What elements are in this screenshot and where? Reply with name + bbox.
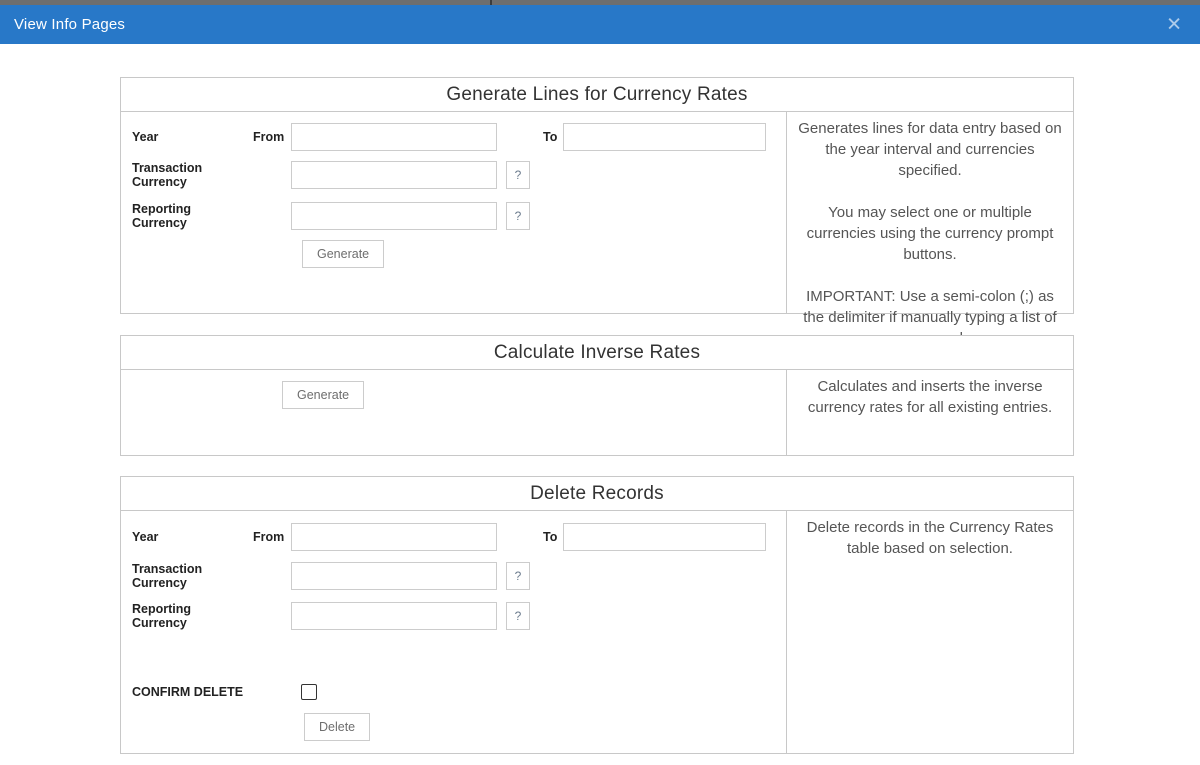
transaction-currency-row: Transaction Currency ? [132,562,786,590]
inverse-generate-button[interactable]: Generate [282,381,364,409]
transaction-currency-prompt-button[interactable]: ? [506,562,530,590]
generate-button[interactable]: Generate [302,240,384,268]
help-paragraph: You may select one or multiple currencie… [797,202,1063,265]
calculate-inverse-rates-help: Calculates and inserts the inverse curre… [786,370,1073,455]
year-to-input[interactable] [563,123,766,151]
delete-year-to-input[interactable] [563,523,766,551]
reporting-currency-input[interactable] [291,202,497,230]
generate-lines-panel-body: Year From To Transaction Currency ? Repo… [121,112,1073,313]
calculate-inverse-rates-panel-body: Generate Calculates and inserts the inve… [121,370,1073,455]
view-info-pages-window: View Info Pages ✕ Generate Lines for Cur… [0,0,1200,765]
generate-button-row: Generate [302,240,786,268]
confirm-delete-row: CONFIRM DELETE [132,684,786,700]
reporting-currency-prompt-button[interactable]: ? [506,602,530,630]
generate-lines-panel-title: Generate Lines for Currency Rates [121,78,1073,112]
generate-lines-panel: Generate Lines for Currency Rates Year F… [120,77,1074,314]
help-paragraph: Generates lines for data entry based on … [797,118,1063,181]
to-label: To [543,530,563,544]
reporting-currency-label: Reporting Currency [132,202,253,230]
delete-records-panel-title: Delete Records [121,477,1073,511]
year-label: Year [132,130,253,144]
transaction-currency-label: Transaction Currency [132,562,253,590]
delete-transaction-currency-input[interactable] [291,562,497,590]
generate-lines-help: Generates lines for data entry based on … [786,112,1073,313]
close-icon[interactable]: ✕ [1166,15,1182,34]
reporting-currency-prompt-button[interactable]: ? [506,202,530,230]
calculate-inverse-rates-panel: Calculate Inverse Rates Generate Calcula… [120,335,1074,456]
titlebar: View Info Pages ✕ [0,5,1200,44]
content-area: Generate Lines for Currency Rates Year F… [0,44,1200,765]
delete-records-help: Delete records in the Currency Rates tab… [786,511,1073,753]
reporting-currency-label: Reporting Currency [132,602,253,630]
reporting-currency-row: Reporting Currency ? [132,602,786,630]
year-from-input[interactable] [291,123,497,151]
confirm-delete-label: CONFIRM DELETE [132,685,253,699]
help-paragraph: Calculates and inserts the inverse curre… [797,376,1063,418]
from-label: From [253,130,291,144]
confirm-delete-checkbox-wrap [301,684,317,700]
to-label: To [543,130,563,144]
calculate-inverse-rates-form: Generate [121,370,786,455]
delete-records-form: Year From To Transaction Currency ? Repo… [121,511,786,753]
transaction-currency-input[interactable] [291,161,497,189]
transaction-currency-row: Transaction Currency ? [132,161,786,189]
page-title: View Info Pages [14,16,125,33]
year-row: Year From To [132,123,786,151]
year-label: Year [132,530,253,544]
help-paragraph: Delete records in the Currency Rates tab… [797,517,1063,559]
generate-button-row: Generate [282,381,786,409]
delete-button[interactable]: Delete [304,713,370,741]
delete-records-panel-body: Year From To Transaction Currency ? Repo… [121,511,1073,753]
transaction-currency-prompt-button[interactable]: ? [506,161,530,189]
from-label: From [253,530,291,544]
delete-button-row: Delete [304,713,786,741]
delete-records-panel: Delete Records Year From To Transaction … [120,476,1074,754]
confirm-delete-checkbox[interactable] [301,684,317,700]
delete-year-from-input[interactable] [291,523,497,551]
generate-lines-form: Year From To Transaction Currency ? Repo… [121,112,786,313]
calculate-inverse-rates-panel-title: Calculate Inverse Rates [121,336,1073,370]
reporting-currency-row: Reporting Currency ? [132,202,786,230]
transaction-currency-label: Transaction Currency [132,161,253,189]
delete-reporting-currency-input[interactable] [291,602,497,630]
year-row: Year From To [132,523,786,551]
